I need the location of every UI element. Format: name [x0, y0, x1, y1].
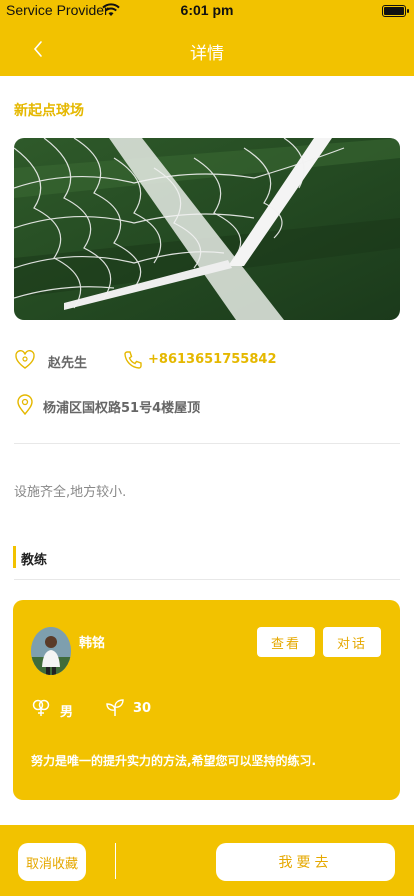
divider [14, 579, 400, 580]
chat-button[interactable]: 对话 [323, 627, 381, 657]
leaf-icon [106, 699, 124, 716]
section-accent-bar [13, 546, 16, 568]
coach-name: 韩铭 [79, 636, 106, 651]
venue-description: 设施齐全,地方较小. [14, 485, 127, 500]
bottom-divider [115, 843, 116, 879]
go-button[interactable]: 我要去 [216, 843, 395, 881]
address-text: 杨浦区国权路51号4楼屋顶 [43, 401, 201, 416]
avatar [31, 627, 71, 675]
clock-label: 6:01 pm [180, 2, 234, 18]
venue-name: 新起点球场 [14, 103, 84, 119]
goal-net-image [14, 138, 400, 320]
location-pin-icon [17, 394, 33, 416]
coach-quote: 努力是唯一的提升实力的方法,希望您可以坚持的练习. [31, 754, 317, 768]
nav-bar: 详情 [0, 22, 414, 76]
heart-person-icon [15, 349, 35, 369]
venue-photo [14, 138, 400, 320]
battery-icon [382, 5, 409, 17]
contact-phone[interactable]: +8613651755842 [148, 352, 276, 367]
coach-age: 30 [133, 701, 152, 716]
phone-icon[interactable] [122, 349, 144, 371]
contact-name: 赵先生 [48, 356, 88, 371]
address-row: 杨浦区国权路51号4楼屋顶 [14, 393, 400, 419]
coach-gender: 男 [60, 705, 74, 720]
divider [14, 443, 400, 444]
cancel-favorite-button[interactable]: 取消收藏 [18, 843, 86, 881]
gender-icon [32, 699, 50, 716]
contact-row: 赵先生 +8613651755842 [14, 348, 400, 374]
bottom-action-bar: 取消收藏 我要去 [0, 825, 414, 896]
section-title-coaches: 教练 [21, 553, 48, 568]
status-bar: Service Provider 6:01 pm [0, 0, 414, 22]
page-title: 详情 [190, 44, 224, 64]
view-button[interactable]: 查看 [257, 627, 315, 657]
coach-card[interactable]: 韩铭 查看 对话 男 30 努力是唯一的提升实力的方法,希望您可以坚持的练习. [13, 600, 400, 800]
